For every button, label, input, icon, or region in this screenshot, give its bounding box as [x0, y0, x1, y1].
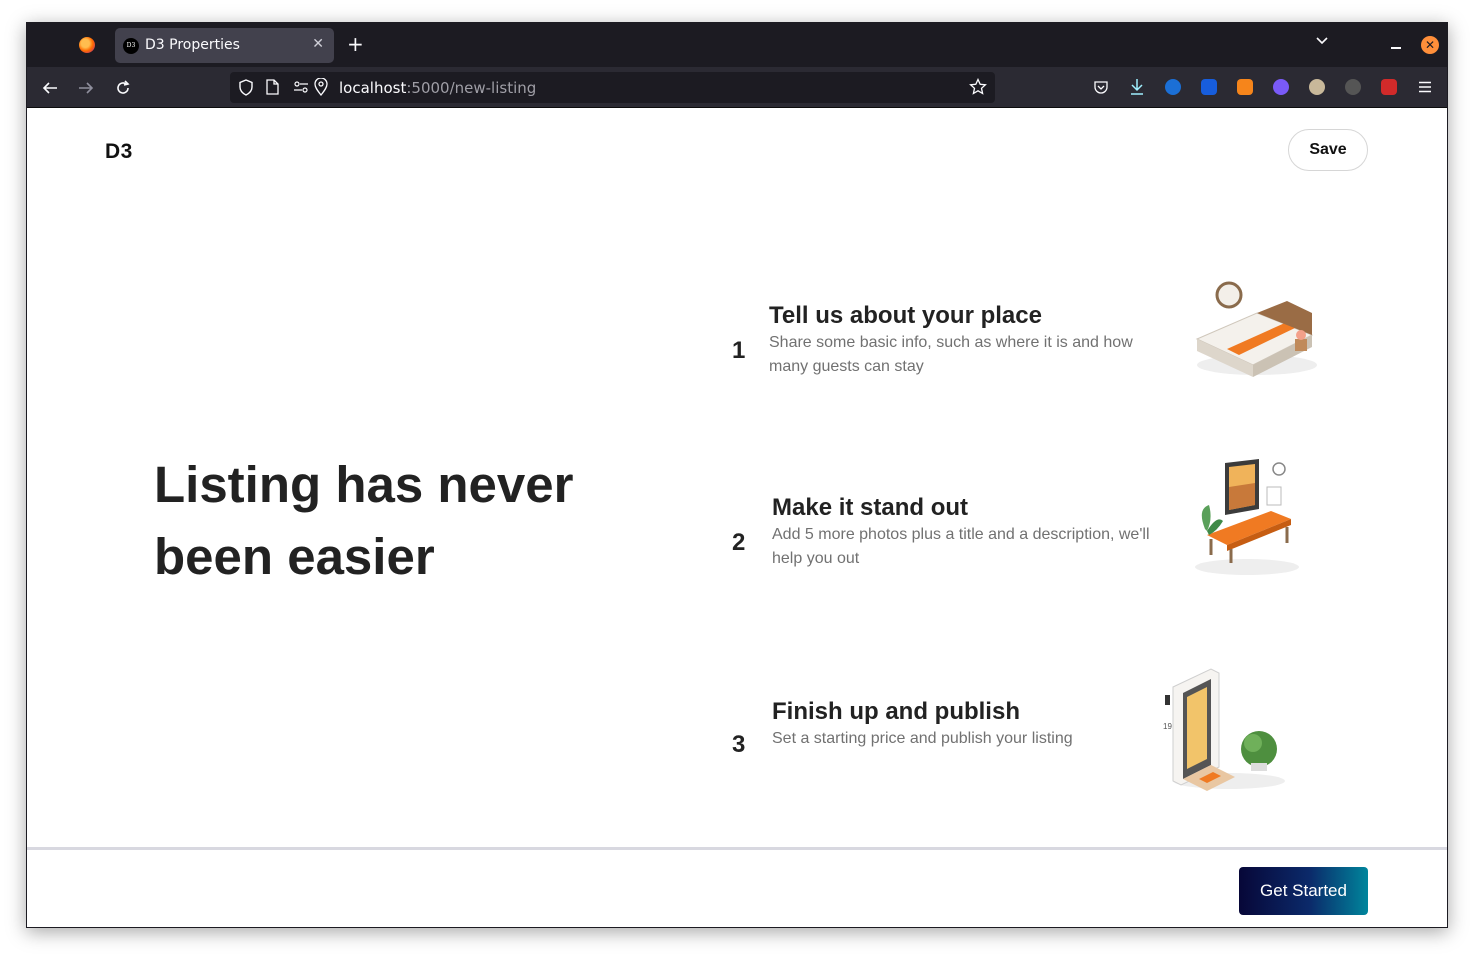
extension-blue-icon[interactable]	[1165, 79, 1181, 95]
url-bar[interactable]: localhost:5000/new-listing	[230, 72, 995, 103]
location-pin-icon[interactable]	[314, 78, 328, 96]
footer-divider	[27, 847, 1447, 850]
new-tab-button[interactable]: +	[347, 32, 364, 56]
step-description: Add 5 more photos plus a title and a des…	[772, 526, 1150, 567]
forward-arrow-icon[interactable]	[77, 80, 95, 96]
step-title: Tell us about your place	[769, 302, 1042, 329]
chevron-down-icon[interactable]	[1315, 34, 1329, 48]
living-room-illustration	[1195, 459, 1299, 575]
tab-title: D3 Properties	[145, 37, 240, 53]
bookmark-star-icon[interactable]	[969, 78, 987, 96]
permissions-icon[interactable]	[293, 81, 309, 93]
extension-dark-icon[interactable]	[1345, 79, 1361, 95]
extension-owl-icon[interactable]	[1309, 79, 1325, 95]
bitwarden-icon[interactable]	[1201, 79, 1217, 95]
extension-red-icon[interactable]	[1381, 79, 1397, 95]
tab-close-icon[interactable]: ✕	[312, 36, 324, 52]
step-number: 2	[732, 529, 746, 556]
pocket-icon[interactable]	[1093, 79, 1109, 95]
back-arrow-icon[interactable]	[41, 80, 59, 96]
page: D3 Save Listing has never been easier 1 …	[27, 109, 1447, 927]
get-started-button[interactable]: Get Started	[1239, 867, 1368, 915]
downloads-icon[interactable]	[1129, 78, 1145, 96]
firefox-icon[interactable]	[79, 37, 95, 53]
minimize-button[interactable]	[1391, 47, 1401, 49]
shield-icon[interactable]	[238, 79, 254, 96]
step-number: 3	[732, 731, 746, 758]
tab-strip: D3 D3 Properties ✕ + ✕	[27, 23, 1447, 67]
hamburger-menu-icon[interactable]	[1418, 81, 1432, 93]
hero-heading: Listing has never been easier	[154, 456, 574, 585]
step-title: Finish up and publish	[772, 698, 1020, 725]
save-button[interactable]: Save	[1288, 129, 1368, 171]
door-number: 19	[1163, 722, 1172, 731]
front-door-illustration: 19	[1163, 668, 1285, 791]
browser-window: D3 D3 Properties ✕ + ✕ localhost:5000/ne…	[26, 22, 1448, 928]
step-title: Make it stand out	[772, 494, 969, 521]
extension-purple-icon[interactable]	[1273, 79, 1289, 95]
step-number: 1	[732, 337, 746, 364]
url-host: localhost	[339, 79, 407, 97]
page-icon[interactable]	[266, 79, 279, 95]
navigation-toolbar: localhost:5000/new-listing	[27, 67, 1447, 108]
d3-logo[interactable]: D3	[105, 140, 133, 164]
step-description: Set a starting price and publish your li…	[772, 730, 1073, 747]
reload-icon[interactable]	[114, 79, 132, 97]
metamask-icon[interactable]	[1237, 79, 1253, 95]
url-text[interactable]: localhost:5000/new-listing	[339, 79, 536, 97]
url-path: :5000/new-listing	[406, 79, 537, 97]
d3-favicon-icon: D3	[123, 38, 139, 54]
tab-d3-properties[interactable]: D3 D3 Properties ✕	[115, 28, 334, 63]
step-description: Share some basic info, such as where it …	[769, 334, 1133, 375]
bed-illustration	[1195, 281, 1317, 377]
close-window-button[interactable]: ✕	[1421, 36, 1439, 54]
